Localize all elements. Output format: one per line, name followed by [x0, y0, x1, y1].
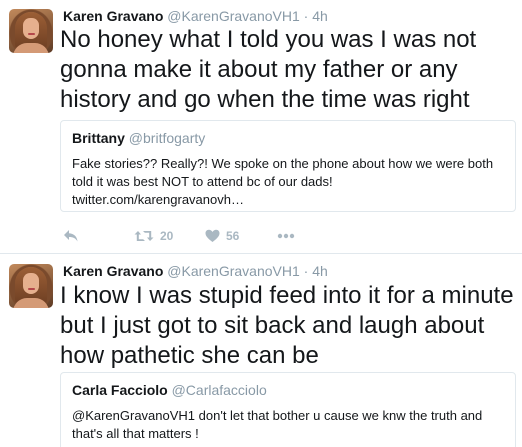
avatar-lips: [28, 288, 35, 290]
quote-user-handle: @britfogarty: [128, 130, 206, 146]
tweet-actions: 20 56: [63, 226, 363, 246]
user-handle[interactable]: @KarenGravanoVH1: [167, 263, 300, 279]
quote-body: Fake stories?? Really?! We spoke on the …: [72, 156, 494, 189]
tweet-header: Karen Gravano @KarenGravanoVH1 · 4h: [63, 262, 328, 280]
quote-text: @KarenGravanoVH1 don't let that bother u…: [72, 408, 483, 441]
tweet[interactable]: Karen Gravano @KarenGravanoVH1 · 4h No h…: [0, 0, 522, 254]
retweet-button[interactable]: 20: [134, 226, 173, 246]
quote-display-name: Brittany: [72, 130, 125, 146]
heart-icon: [205, 229, 220, 242]
tweet-text: I know I was stupid feed into it for a m…: [60, 282, 514, 369]
timestamp[interactable]: 4h: [312, 263, 328, 279]
quote-header: Brittany @britfogarty: [72, 129, 504, 147]
more-button[interactable]: [277, 226, 295, 246]
tweet-header: Karen Gravano @KarenGravanoVH1 · 4h: [63, 7, 328, 25]
quote-user-handle: @Carlafacciolo: [171, 382, 267, 398]
quote-header: Carla Facciolo @Carlafacciolo: [72, 381, 504, 399]
separator: ·: [303, 263, 309, 279]
separator: ·: [303, 8, 309, 24]
more-icon: [277, 233, 295, 239]
avatar[interactable]: [9, 264, 53, 308]
display-name[interactable]: Karen Gravano: [63, 8, 163, 24]
like-count: 56: [226, 229, 240, 243]
avatar-face: [23, 273, 39, 294]
avatar-lips: [28, 33, 35, 35]
avatar-face: [23, 18, 39, 39]
quoted-tweet[interactable]: Brittany @britfogarty Fake stories?? Rea…: [60, 120, 516, 212]
retweet-icon: [134, 231, 154, 241]
retweet-count: 20: [160, 229, 174, 243]
reply-icon: [64, 230, 78, 242]
avatar[interactable]: [9, 9, 53, 53]
user-handle[interactable]: @KarenGravanoVH1: [167, 8, 300, 24]
quote-display-name: Carla Facciolo: [72, 382, 168, 398]
reply-button[interactable]: [63, 226, 79, 246]
like-button[interactable]: 56: [205, 226, 239, 246]
quote-link[interactable]: twitter.com/karengravanovh…: [72, 192, 244, 207]
quoted-tweet[interactable]: Carla Facciolo @Carlafacciolo @KarenGrav…: [60, 372, 516, 447]
tweet[interactable]: Karen Gravano @KarenGravanoVH1 · 4h I kn…: [0, 254, 522, 447]
quote-text: Fake stories?? Really?! We spoke on the …: [72, 155, 504, 209]
timestamp[interactable]: 4h: [312, 8, 328, 24]
display-name[interactable]: Karen Gravano: [63, 263, 163, 279]
tweet-text: No honey what I told you was I was not g…: [60, 26, 477, 113]
